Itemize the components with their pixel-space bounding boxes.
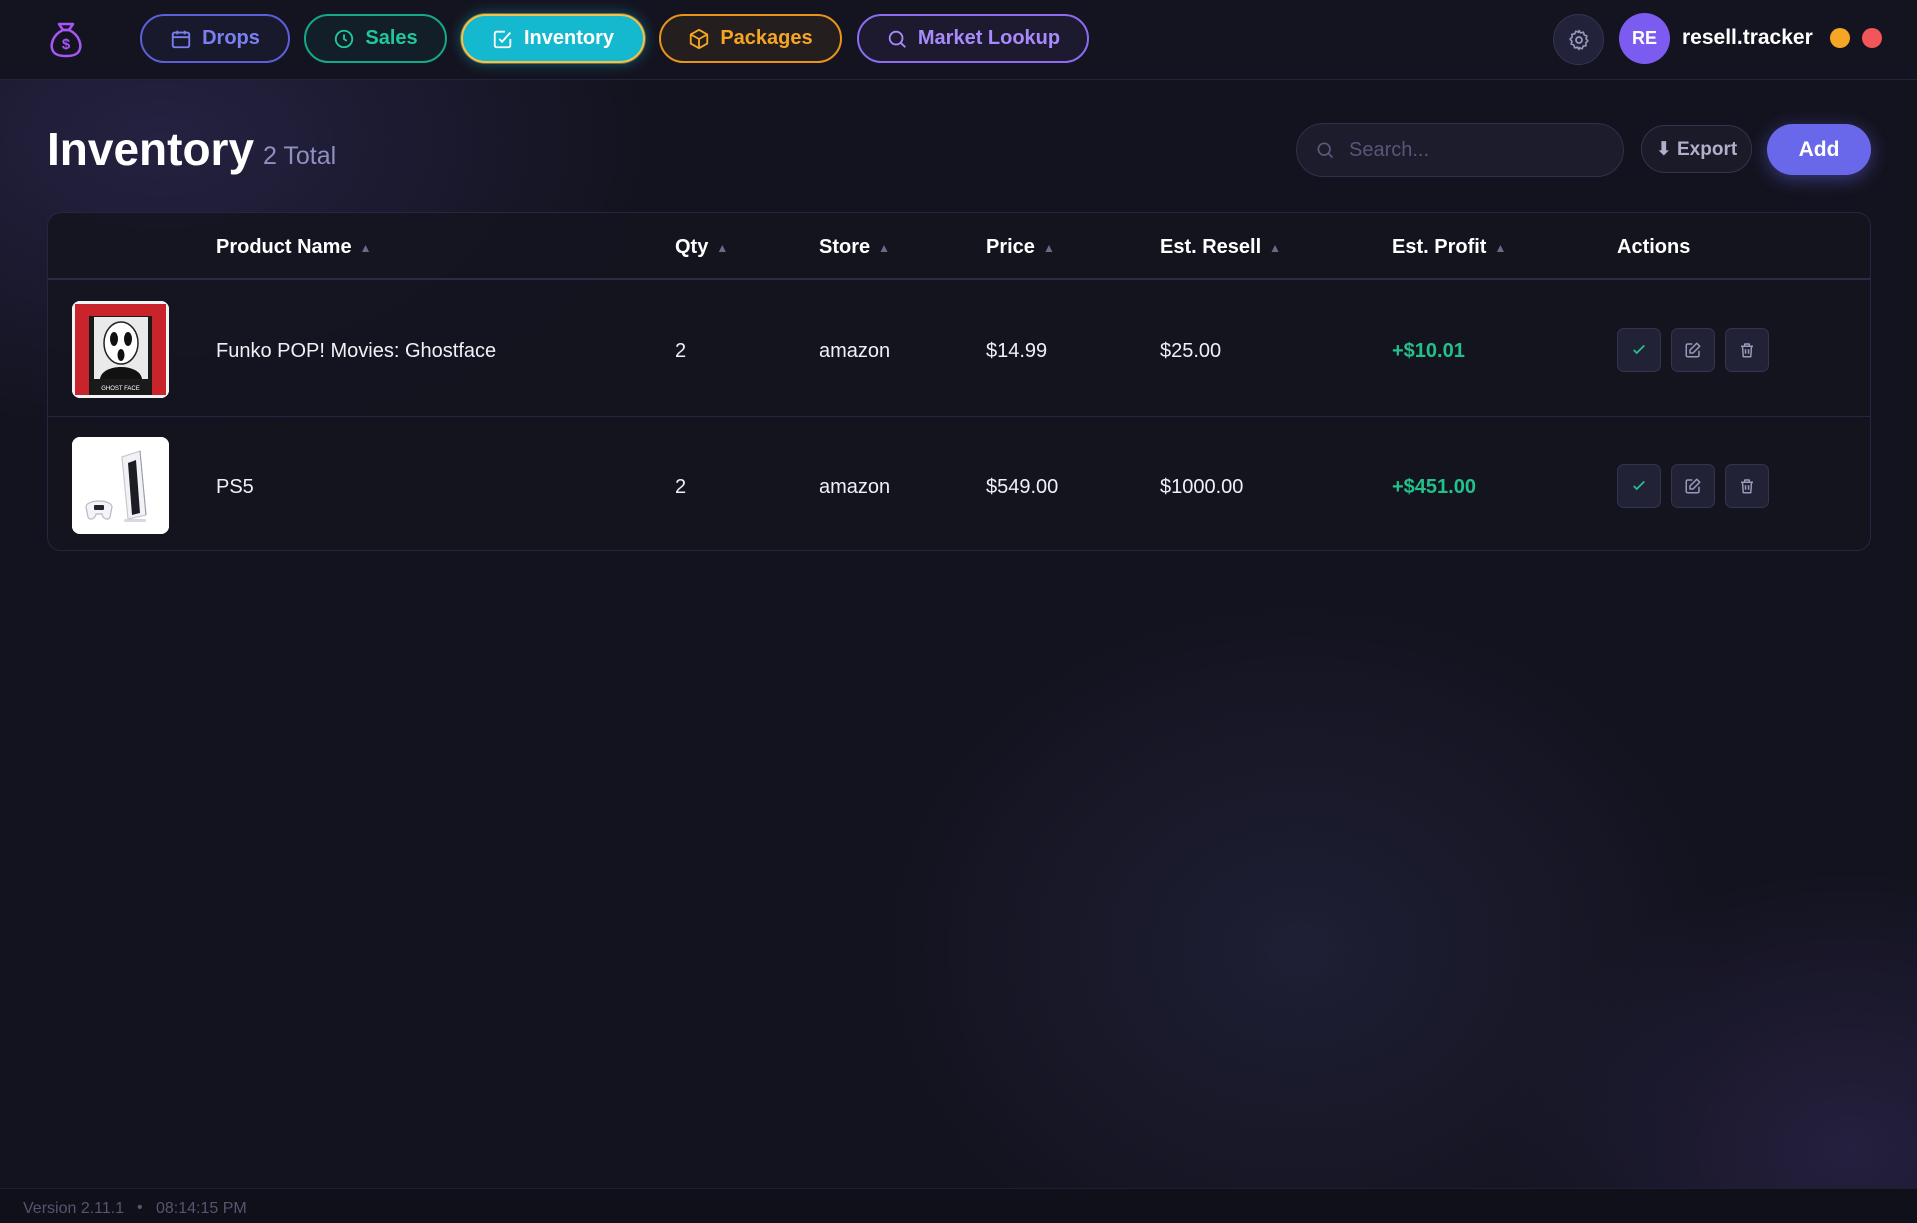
nav-market-lookup-button[interactable]: Market Lookup [857, 14, 1089, 63]
product-est-profit: +$451.00 [1392, 476, 1476, 498]
edit-icon [1685, 478, 1701, 494]
sort-arrow-icon: ▲ [1269, 240, 1282, 255]
nav-drops-label: Drops [202, 27, 260, 49]
calendar-icon [171, 30, 191, 48]
page-title: Inventory [47, 123, 255, 175]
nav-packages-button[interactable]: Packages [659, 14, 842, 63]
product-name: Funko POP! Movies: Ghostface [216, 340, 497, 362]
nav-packages-label: Packages [720, 27, 813, 49]
product-price: $549.00 [986, 476, 1059, 498]
delete-button[interactable] [1725, 328, 1769, 372]
version-label: Version 2.11.1 [23, 1200, 125, 1217]
check-icon [1633, 480, 1645, 491]
search-icon [1317, 142, 1334, 159]
export-button[interactable]: ⬇ Export [1641, 125, 1752, 173]
column-header-store[interactable]: Store ▲ [819, 236, 890, 259]
inventory-table: Product Name ▲ Qty ▲ Store ▲ Price ▲ Est. Re… [47, 212, 1871, 551]
nav-drops-button[interactable]: Drops [140, 14, 290, 63]
search-field[interactable] [1296, 123, 1624, 177]
sort-arrow-icon: ▲ [716, 240, 729, 255]
checkbox-edit-icon [493, 30, 512, 48]
sort-arrow-icon: ▲ [1494, 240, 1507, 255]
column-header-actions: Actions [1617, 236, 1691, 258]
column-header-qty[interactable]: Qty ▲ [675, 236, 728, 259]
column-header-est-resell[interactable]: Est. Resell ▲ [1160, 236, 1281, 259]
column-header-product-name[interactable]: Product Name ▲ [216, 236, 371, 259]
table-header: Product Name ▲ Qty ▲ Store ▲ Price ▲ Est. Re… [48, 213, 1870, 280]
product-price: $14.99 [986, 340, 1048, 362]
clock-icon [335, 29, 354, 48]
table-row[interactable]: PS5 2 amazon $549.00 $1000.00 +$451.00 [48, 418, 1870, 550]
app-window: $ Drops Sales Inventory Packages Market … [0, 0, 1917, 1223]
window-minimize-button[interactable] [1830, 28, 1850, 48]
clock-time: 08:14:15 PM [156, 1200, 247, 1217]
product-est-resell: $1000.00 [1160, 476, 1244, 498]
mark-sold-button[interactable] [1617, 328, 1661, 372]
product-store: amazon [819, 476, 891, 498]
product-name: PS5 [216, 476, 254, 498]
total-count: 2 Total [263, 142, 337, 170]
nav-market-lookup-label: Market Lookup [917, 27, 1061, 49]
sort-arrow-icon: ▲ [359, 240, 372, 255]
edit-button[interactable] [1671, 328, 1715, 372]
svg-text:GHOST FACE: GHOST FACE [101, 386, 140, 392]
product-est-profit: +$10.01 [1392, 340, 1465, 362]
sort-arrow-icon: ▲ [1042, 240, 1055, 255]
package-box-icon [690, 28, 709, 49]
table-row[interactable]: GHOST FACE Funko POP! Movies: Ghostface … [48, 282, 1870, 417]
top-bar: $ Drops Sales Inventory Packages Market … [0, 0, 1917, 80]
mark-sold-button[interactable] [1617, 464, 1661, 508]
search-input[interactable] [1349, 138, 1589, 162]
column-header-est-profit[interactable]: Est. Profit ▲ [1392, 236, 1506, 259]
product-est-resell: $25.00 [1160, 340, 1222, 362]
nav-inventory-button[interactable]: Inventory [461, 14, 645, 63]
check-icon [1633, 344, 1645, 355]
edit-button[interactable] [1671, 464, 1715, 508]
trash-icon [1741, 343, 1753, 358]
product-qty: 2 [675, 340, 687, 362]
trash-icon [1741, 479, 1753, 494]
nav-inventory-label: Inventory [523, 27, 615, 49]
window-close-button[interactable] [1862, 28, 1882, 48]
money-bag-logo-icon[interactable]: $ [44, 16, 88, 60]
svg-text:$: $ [62, 36, 71, 53]
sort-arrow-icon: ▲ [878, 240, 891, 255]
user-avatar[interactable]: RE [1619, 13, 1670, 64]
column-header-price[interactable]: Price ▲ [986, 236, 1055, 259]
username-label[interactable]: resell.tracker [1682, 26, 1813, 50]
product-image-funko-ghostface: GHOST FACE [72, 301, 169, 398]
add-button[interactable]: Add [1767, 124, 1871, 175]
delete-button[interactable] [1725, 464, 1769, 508]
footer-separator: • [137, 1199, 143, 1216]
product-store: amazon [819, 340, 891, 362]
search-icon [888, 30, 906, 48]
nav-sales-button[interactable]: Sales [304, 14, 447, 63]
settings-gear-icon[interactable] [1553, 14, 1604, 65]
edit-icon [1685, 342, 1701, 358]
nav-sales-label: Sales [365, 27, 418, 49]
status-footer: Version 2.11.1 • 08:14:15 PM [0, 1188, 1917, 1223]
product-image-ps5 [72, 437, 169, 534]
product-qty: 2 [675, 476, 687, 498]
